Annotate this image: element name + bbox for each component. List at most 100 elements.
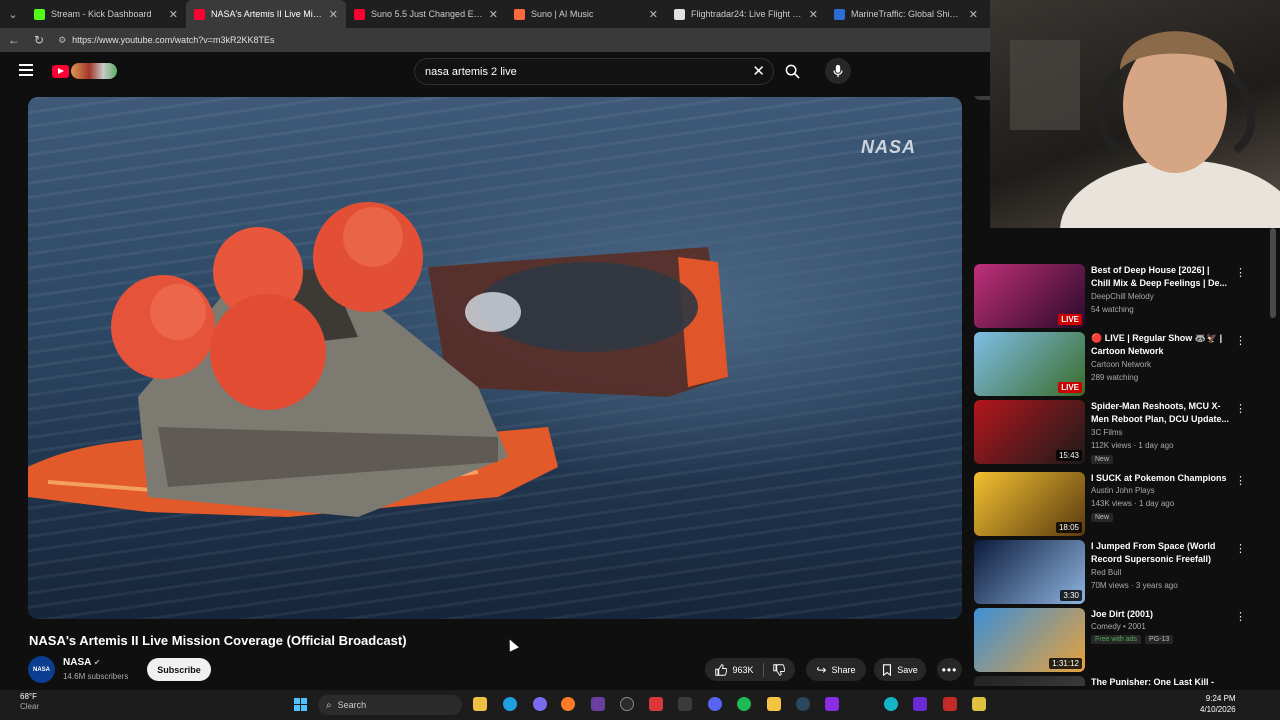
recommendation-meta: 112K views · 1 day ago <box>1091 441 1174 450</box>
video-thumbnail[interactable]: 1:31:12 <box>974 608 1085 672</box>
app-icon[interactable] <box>913 697 927 711</box>
taskbar-search[interactable]: ⌕ Search <box>318 695 462 715</box>
tab-close-icon[interactable]: ✕ <box>329 8 338 21</box>
music-app-icon[interactable] <box>678 697 692 711</box>
save-button[interactable]: Save <box>874 658 926 681</box>
recommendation-channel: Austin John Plays <box>1091 486 1155 495</box>
recommendation-item[interactable]: 3:30 I Jumped From Space (World Record Su… <box>974 540 1274 604</box>
search-button[interactable] <box>778 58 806 85</box>
tab-list-chevron-icon[interactable]: ⌄ <box>0 0 26 28</box>
tag-row: Free with ads PG-13 <box>1091 635 1174 644</box>
tab-strip: Stream - Kick Dashboard ✕ NASA's Artemis I… <box>26 0 986 28</box>
address-bar: ← ↻ ⚙ https://www.youtube.com/watch?v=m3… <box>0 28 990 52</box>
more-vert-icon[interactable]: ⋮ <box>1235 266 1246 279</box>
tab-close-icon[interactable]: ✕ <box>489 8 498 21</box>
thumbs-down-icon[interactable] <box>772 663 785 676</box>
back-arrow-icon[interactable]: ← <box>8 33 20 47</box>
tab-close-icon[interactable]: ✕ <box>169 8 178 21</box>
site-info-icon[interactable]: ⚙ <box>58 35 66 46</box>
windows-start-icon[interactable] <box>294 698 308 712</box>
duration-badge: 18:05 <box>1055 522 1082 533</box>
recommendation-title: Best of Deep House [2026] | Chill Mix & … <box>1091 265 1228 288</box>
share-icon: ↪ <box>816 662 827 677</box>
bookmark-icon <box>883 663 892 676</box>
doodle-logo <box>71 63 117 79</box>
browser-tab[interactable]: Suno | AI Music ✕ <box>506 0 666 28</box>
app-icon[interactable] <box>591 697 605 711</box>
subscriber-count: 14.6M subscribers <box>63 672 129 681</box>
app-icon[interactable] <box>649 697 663 711</box>
clock-time: 9:24 PM <box>1205 694 1236 703</box>
recommendation-meta: 54 watching <box>1091 305 1134 314</box>
weather-widget[interactable]: 68°F Clear <box>20 692 39 712</box>
channel-name[interactable]: NASA ✔ <box>63 657 100 668</box>
share-button[interactable]: ↪ Share <box>806 658 866 681</box>
folder-icon[interactable] <box>767 697 781 711</box>
share-label: Share <box>831 664 856 675</box>
voice-search-button[interactable] <box>825 58 851 84</box>
more-vert-icon[interactable]: ⋮ <box>1235 610 1246 623</box>
recommendation-item[interactable]: 1:31:12 Joe Dirt (2001) Comedy • 2001 Free … <box>974 608 1274 672</box>
reload-icon[interactable]: ↻ <box>34 33 44 47</box>
video-thumbnail[interactable]: 3:30 <box>974 540 1085 604</box>
recommendation-item[interactable]: 15:43 Spider-Man Reshoots, MCU X-Men Rebo… <box>974 400 1274 464</box>
tab-close-icon[interactable]: ✕ <box>969 8 978 21</box>
tab-title: Suno 5.5 Just Changed Everything <box>371 9 483 19</box>
browser-tab[interactable]: NASA's Artemis II Live Missio ✕ <box>186 0 346 28</box>
recommendation-title: I SUCK at Pokemon Champions <box>1091 473 1227 483</box>
search-input[interactable]: nasa artemis 2 live ✕ <box>414 58 774 85</box>
app-icon[interactable] <box>972 697 986 711</box>
copilot-icon[interactable] <box>533 697 547 711</box>
streamer-webcam-image <box>1010 31 1280 300</box>
more-vert-icon[interactable]: ⋮ <box>1235 334 1246 347</box>
video-thumbnail[interactable] <box>974 676 1085 686</box>
subscribe-button[interactable]: Subscribe <box>147 658 211 681</box>
orion-capsule-scene <box>28 202 728 517</box>
recommendation-channel: 3C Films <box>1091 428 1123 437</box>
tab-close-icon[interactable]: ✕ <box>649 8 658 21</box>
video-thumbnail[interactable]: 18:05 <box>974 472 1085 536</box>
app-icon[interactable] <box>620 697 634 711</box>
nasa-watermark: NASA <box>860 137 916 157</box>
spotify-icon[interactable] <box>737 697 751 711</box>
like-count: 963K <box>732 664 754 675</box>
browser-tab[interactable]: MarineTraffic: Global Ship Tracking ✕ <box>826 0 986 28</box>
menu-icon[interactable] <box>19 64 33 78</box>
recommendation-title: Joe Dirt (2001) <box>1091 609 1154 619</box>
discord-icon[interactable] <box>708 697 722 711</box>
url-field[interactable]: ⚙ https://www.youtube.com/watch?v=m3kR2K… <box>58 35 274 46</box>
file-explorer-icon[interactable] <box>473 697 487 711</box>
recommendation-meta: 143K views · 1 day ago <box>1091 499 1175 508</box>
browser-tab[interactable]: Suno 5.5 Just Changed Everything ✕ <box>346 0 506 28</box>
recommendation-item[interactable]: 18:05 I SUCK at Pokemon Champions Austin J… <box>974 472 1274 536</box>
app-icon[interactable] <box>825 697 839 711</box>
steam-icon[interactable] <box>796 697 810 711</box>
more-vert-icon[interactable]: ⋮ <box>1235 474 1246 487</box>
video-player[interactable]: NASA <box>28 97 962 619</box>
edge-browser-icon[interactable] <box>503 697 517 711</box>
system-clock[interactable]: 9:24 PM 4/10/2026 <box>1200 693 1236 715</box>
recommendation-item[interactable]: The Punisher: One Last Kill - <box>974 676 1274 686</box>
app-icon[interactable] <box>884 697 898 711</box>
tab-close-icon[interactable]: ✕ <box>809 8 818 21</box>
more-vert-icon[interactable]: ⋮ <box>1235 542 1246 555</box>
more-vert-icon[interactable]: ⋮ <box>1235 402 1246 415</box>
video-thumbnail[interactable]: 15:43 <box>974 400 1085 464</box>
browser-tab[interactable]: Flightradar24: Live Flight Tracker ✕ <box>666 0 826 28</box>
video-thumbnail[interactable]: LIVE <box>974 332 1085 396</box>
firefox-icon[interactable] <box>561 697 575 711</box>
clear-search-icon[interactable]: ✕ <box>752 62 765 80</box>
channel-avatar[interactable]: NASA <box>28 656 55 683</box>
more-actions-button[interactable]: ••• <box>937 658 962 681</box>
weather-condition: Clear <box>20 702 40 711</box>
like-button[interactable]: 963K <box>715 663 754 676</box>
youtube-logo[interactable] <box>52 63 117 79</box>
sidebar-scrollbar[interactable] <box>1270 228 1276 318</box>
app-icon[interactable] <box>943 697 957 711</box>
video-title: NASA's Artemis II Live Mission Coverage … <box>29 633 407 648</box>
recommendation-item[interactable]: LIVE 🔴 LIVE | Regular Show 🦝🦅 | Cartoon N… <box>974 332 1274 396</box>
video-thumbnail[interactable]: LIVE <box>974 264 1085 328</box>
recommendation-title: The Punisher: One Last Kill - <box>1091 677 1215 686</box>
recommendation-item[interactable]: LIVE Best of Deep House [2026] | Chill Mi… <box>974 264 1274 328</box>
browser-tab[interactable]: Stream - Kick Dashboard ✕ <box>26 0 186 28</box>
